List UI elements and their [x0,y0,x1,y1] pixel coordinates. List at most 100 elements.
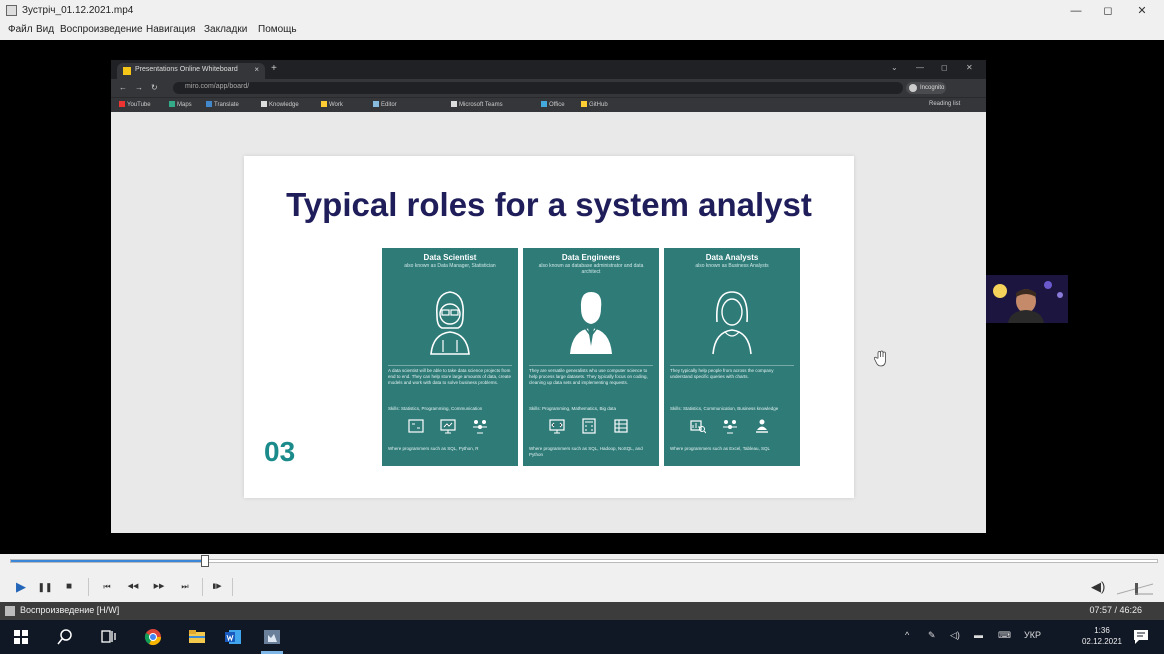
tray-chevron-icon[interactable]: ^ [905,630,909,640]
card-skill-icons [541,418,641,436]
slide-number: 03 [264,436,296,467]
profile-label: Incognito [920,85,945,91]
card-description: A data scientist will be able to take da… [388,365,512,399]
bookmark-item: YouTube [119,101,151,108]
browser-address-bar: ← → ↻ miro.com/app/board/ Incognito [111,79,986,97]
seek-progress [11,560,206,562]
keyboard-icon[interactable]: ⌨ [998,630,1011,641]
media-player-window: Зустріч_01.12.2021.mp4 — ◻ ✕ Файл Вид Во… [0,0,1164,654]
monitor-code-icon [549,419,565,434]
incognito-icon [909,84,917,92]
browser-tab-strip: Presentations Online Whiteboard × + ⌄ — … [111,60,986,79]
card-footer: Where programmers such as Excel, Tableau… [670,446,770,451]
browser-bookmarks-bar: YouTube Maps Translate Knowledge Work Ed… [111,97,986,112]
seek-bar[interactable] [0,554,1164,572]
card-title: Data Analysts [705,253,759,262]
reload-icon: ↻ [151,83,158,92]
tab-close-icon: × [254,65,259,74]
speaker-icon[interactable]: ◀) [1091,579,1105,595]
task-view-icon[interactable] [100,628,118,646]
browser-maximize-icon: ◻ [941,63,948,72]
browser-minimize-icon: — [916,63,924,72]
file-explorer-icon[interactable] [188,628,206,646]
card-subtitle: also known as Business Analysts [695,263,769,269]
menu-file[interactable]: Файл [8,24,33,35]
data-analyst-icon [712,291,752,355]
play-button[interactable]: ▶ [12,578,30,596]
app-icon [6,5,17,16]
monitor-chart-icon [440,419,456,434]
rewind-button[interactable]: ◀◀ [124,578,142,596]
data-scientist-icon [430,291,470,355]
calculator-icon [582,418,596,434]
chart-magnifier-icon [690,420,706,434]
toolbar-separator [232,578,233,596]
volume-tray-icon[interactable]: ◁) [950,630,960,641]
browser-url-field: miro.com/app/board/ [173,82,903,94]
new-tab-icon: + [271,63,277,74]
toolbar-separator [88,578,89,596]
maximize-button[interactable]: ◻ [1094,3,1122,19]
card-title: Data Engineers [561,253,621,262]
playback-status-icon [5,606,15,616]
seek-handle[interactable] [200,555,209,567]
menu-help[interactable]: Помощь [258,24,297,35]
time-display: 07:57 / 46:26 [1089,605,1142,615]
card-footer: Where programmers such as SQL, Hadoop, N… [529,446,643,457]
bookmark-item: Maps [169,101,192,108]
card-subtitle: also known as Data Manager, Statistician [404,263,496,269]
browser-profile-chip: Incognito [906,82,946,94]
card-skill-icons [400,418,500,436]
search-icon[interactable] [56,628,74,646]
menu-playback[interactable]: Воспроизведение [60,24,143,35]
card-skills: Skills: Statistics, Programming, Communi… [388,406,483,411]
bookmark-item: Microsoft Teams [451,101,503,108]
card-title: Data Scientist [423,253,477,262]
back-arrow-icon: ← [119,83,127,92]
chrome-icon[interactable] [144,628,162,646]
team-icon [473,420,487,434]
menu-navigation[interactable]: Навигация [146,24,195,35]
pen-icon[interactable]: ✎ [928,630,936,641]
previous-button[interactable]: ⏮ [98,578,116,596]
frame-step-button[interactable]: ▮▶ [208,578,226,596]
network-icon[interactable]: ▬ [974,630,983,640]
data-engineer-icon [570,292,612,354]
hand-cursor-icon [873,350,886,367]
close-button[interactable]: ✕ [1128,3,1156,19]
bookmark-item: Office [541,101,565,108]
seek-track[interactable] [10,559,1158,563]
pause-button[interactable]: ❚❚ [36,578,54,596]
status-text: Воспроизведение [H/W] [20,605,120,615]
windows-start-icon[interactable] [12,628,30,646]
role-card-data-scientist: Data Scientist also known as Data Manage… [382,248,518,466]
stop-button[interactable]: ■ [60,578,78,596]
browser-chevron-icon: ⌄ [891,63,898,72]
browser-close-icon: ✕ [966,63,973,72]
card-description: They typically help people from across t… [670,365,794,399]
clock-date: 02.12.2021 [1081,637,1123,646]
video-browser-frame: Presentations Online Whiteboard × + ⌄ — … [111,60,986,533]
volume-slider[interactable] [1115,580,1155,596]
presentation-slide: Typical roles for a system analyst 03 Da… [244,156,854,498]
reading-list: Reading list [929,101,961,107]
card-footer: Where programmers such as SQL, Python, R [388,446,479,451]
browser-tab: Presentations Online Whiteboard × [117,63,265,79]
word-icon[interactable] [224,628,242,646]
minimize-button[interactable]: — [1062,3,1090,19]
webcam-thumbnail [986,275,1068,323]
notifications-icon[interactable] [1132,628,1150,646]
media-player-taskbar-icon[interactable] [263,628,281,646]
video-area[interactable]: Presentations Online Whiteboard × + ⌄ — … [0,40,1164,554]
taskbar-clock[interactable]: 1:36 02.12.2021 [1080,625,1124,647]
clock-time: 1:36 [1094,626,1110,635]
menu-bookmarks[interactable]: Закладки [204,24,247,35]
menu-view[interactable]: Вид [36,24,54,35]
bookmark-item: Editor [373,101,397,108]
card-skill-icons [682,418,782,436]
next-button[interactable]: ⏭ [176,578,194,596]
menu-bar: Файл Вид Воспроизведение Навигация Закла… [0,22,1164,38]
language-indicator[interactable]: УКР [1024,630,1041,640]
window-title: Зустріч_01.12.2021.mp4 [22,5,134,16]
fast-forward-button[interactable]: ▶▶ [150,578,168,596]
